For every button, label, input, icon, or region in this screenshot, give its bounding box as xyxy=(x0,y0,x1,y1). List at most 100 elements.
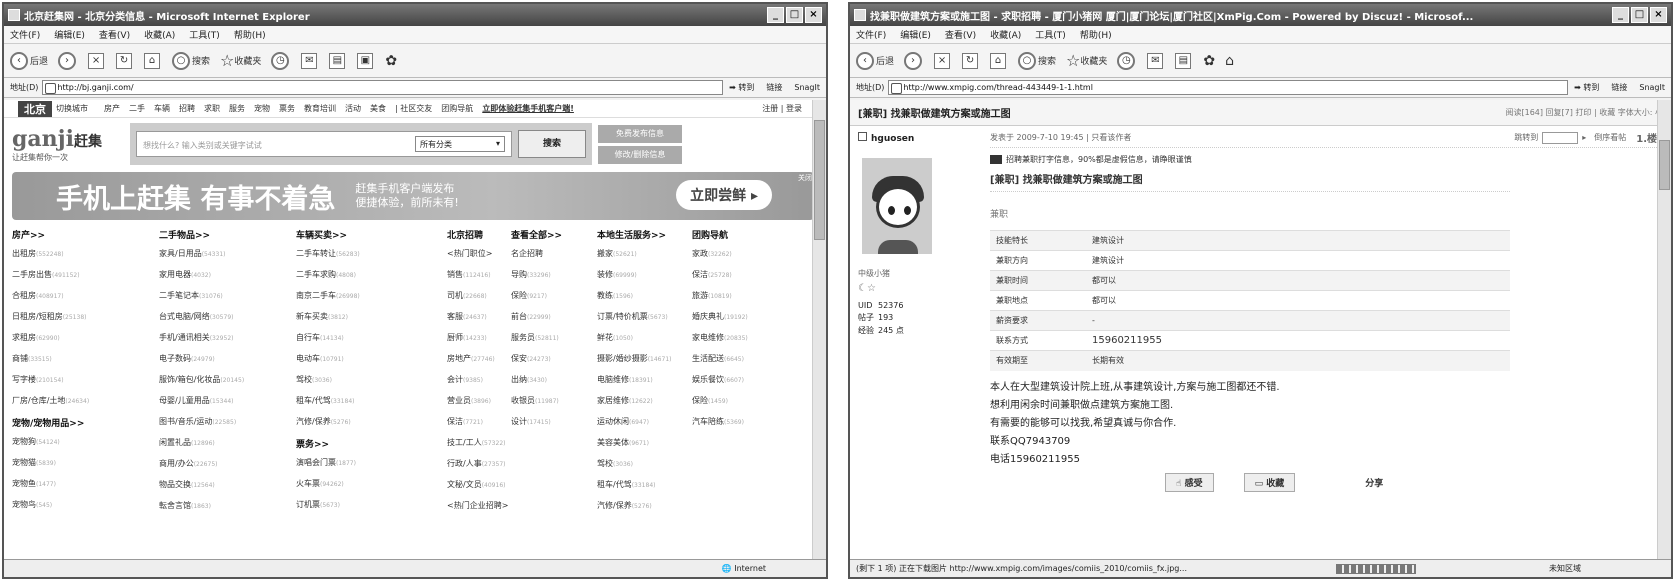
share-button[interactable]: 分享 xyxy=(1365,476,1383,489)
category-link[interactable]: 家用电器(4032) xyxy=(159,269,294,290)
login-links[interactable]: 注册 | 登录 xyxy=(762,103,802,114)
category-heading[interactable]: 北京招聘 xyxy=(447,228,509,248)
category-link[interactable]: 厂房/仓库/土地(24634) xyxy=(12,395,157,416)
thread-stats[interactable]: 阅读[164] 回复[7] 打印 | 收藏 字体大小: 小 xyxy=(1506,107,1664,118)
address-input[interactable]: http://www.xmpig.com/thread-443449-1-1.h… xyxy=(888,80,1569,95)
category-link[interactable]: 出纳(3430) xyxy=(511,374,593,395)
category-link[interactable]: 厨师(14233) xyxy=(447,332,509,353)
category-link[interactable]: 行政/人事(27357) xyxy=(447,458,509,479)
scroll-thumb[interactable] xyxy=(814,120,825,240)
category-link[interactable]: 家政(32262) xyxy=(692,248,802,269)
close-button[interactable]: × xyxy=(805,7,822,23)
category-link[interactable]: 火车票(94262) xyxy=(296,478,444,499)
print-button[interactable]: ▤ xyxy=(1175,52,1193,69)
category-select[interactable]: 所有分类 ▾ xyxy=(415,136,505,152)
menu-favorites[interactable]: 收藏(A) xyxy=(990,28,1021,41)
category-heading[interactable]: 房产>> xyxy=(12,228,157,248)
menu-edit[interactable]: 编辑(E) xyxy=(900,28,931,41)
category-link[interactable]: 日租房/短租房(25138) xyxy=(12,311,157,332)
category-link[interactable]: 租车/代驾(33184) xyxy=(296,395,444,416)
modify-delete-button[interactable]: 修改/删除信息 xyxy=(598,145,682,164)
snagit-button[interactable]: SnagIt xyxy=(794,83,820,92)
nav-link[interactable]: 二手 xyxy=(129,104,145,113)
nav-link[interactable]: | 社区交友 xyxy=(395,104,432,113)
snagit-button[interactable]: SnagIt xyxy=(1639,83,1665,92)
category-link[interactable]: 宠物猫(5839) xyxy=(12,457,157,478)
nav-link[interactable]: 求职 xyxy=(204,104,220,113)
search-input[interactable]: 想找什么? 输入类别或关键字试试 所有分类 ▾ xyxy=(136,131,512,157)
category-heading[interactable]: 票务>> xyxy=(296,437,444,457)
category-link[interactable]: 婚庆典礼(19192) xyxy=(692,311,802,332)
nav-link[interactable]: 票务 xyxy=(279,104,295,113)
category-link[interactable]: 搬家(52621) xyxy=(597,248,692,269)
category-link[interactable]: 客服(24637) xyxy=(447,311,509,332)
scroll-thumb[interactable] xyxy=(1659,140,1670,190)
links-button[interactable]: 链接 xyxy=(766,82,782,93)
stop-button[interactable]: × xyxy=(934,52,952,69)
client-link[interactable]: 立即体验赶集手机客户端! xyxy=(482,103,574,114)
category-heading[interactable]: 车辆买卖>> xyxy=(296,228,444,248)
category-link[interactable]: 合租房(408917) xyxy=(12,290,157,311)
category-link[interactable]: 商用/办公(22675) xyxy=(159,458,294,479)
category-link[interactable]: 设计(17415) xyxy=(511,416,593,437)
avatar[interactable] xyxy=(862,158,932,254)
history-button[interactable]: ◷ xyxy=(1117,51,1137,70)
favorites-button[interactable]: ☆ 收藏夹 xyxy=(220,51,261,70)
nav-link[interactable]: 团购导航 xyxy=(441,104,473,113)
category-link[interactable]: 司机(22668) xyxy=(447,290,509,311)
nav-link[interactable]: 活动 xyxy=(345,104,361,113)
forward-button[interactable]: › xyxy=(58,51,78,70)
category-link[interactable]: 自行车(14134) xyxy=(296,332,444,353)
home2-button[interactable]: ⌂ xyxy=(1225,53,1234,69)
category-link[interactable]: 家居维修(12622) xyxy=(597,395,692,416)
home-button[interactable]: ⌂ xyxy=(144,52,162,69)
category-link[interactable]: 美容美体(9671) xyxy=(597,437,692,458)
menu-tools[interactable]: 工具(T) xyxy=(1035,28,1066,41)
category-link[interactable]: 家具/日用品(54331) xyxy=(159,248,294,269)
reverse-order-link[interactable]: 倒序看帖 xyxy=(1594,132,1626,143)
category-link[interactable]: 收银员(11987) xyxy=(511,395,593,416)
edit-button[interactable]: ▣ xyxy=(357,52,375,69)
category-link[interactable]: 求租房(62990) xyxy=(12,332,157,353)
category-link[interactable]: 服务员(52811) xyxy=(511,332,593,353)
menu-edit[interactable]: 编辑(E) xyxy=(54,28,85,41)
category-link[interactable]: 宠物狗(54124) xyxy=(12,436,157,457)
category-link[interactable]: 二手笔记本(31076) xyxy=(159,290,294,311)
category-link[interactable]: 销售(112416) xyxy=(447,269,509,290)
category-link[interactable]: 保险(1459) xyxy=(692,395,802,416)
menu-view[interactable]: 查看(V) xyxy=(99,28,130,41)
category-link[interactable]: <热门职位> xyxy=(447,248,509,269)
category-link[interactable]: 订机票(5673) xyxy=(296,499,444,520)
menu-help[interactable]: 帮助(H) xyxy=(234,28,266,41)
search-submit-button[interactable]: 搜索 xyxy=(518,130,586,158)
menu-file[interactable]: 文件(F) xyxy=(856,28,886,41)
go-button[interactable]: ➡ 转到 xyxy=(729,82,754,93)
nav-link[interactable]: 宠物 xyxy=(254,104,270,113)
category-link[interactable]: 会计(9385) xyxy=(447,374,509,395)
back-button[interactable]: ‹ 后退 xyxy=(856,51,894,70)
category-link[interactable]: 导购(33296) xyxy=(511,269,593,290)
category-link[interactable]: 新车买卖(3812) xyxy=(296,311,444,332)
category-link[interactable]: 南京二手车(26998) xyxy=(296,290,444,311)
messenger-button[interactable]: ✿ xyxy=(1203,53,1215,69)
category-link[interactable]: 転舍言馆(1863) xyxy=(159,500,294,521)
category-link[interactable]: 生活配送(6645) xyxy=(692,353,802,374)
menu-view[interactable]: 查看(V) xyxy=(945,28,976,41)
forward-button[interactable]: › xyxy=(904,51,924,70)
category-link[interactable]: 图书/音乐/运动(22585) xyxy=(159,416,294,437)
category-link[interactable]: 汽修/保养(5276) xyxy=(296,416,444,437)
maximize-button[interactable]: □ xyxy=(1631,7,1648,23)
category-link[interactable]: 汽修/保养(5276) xyxy=(597,500,692,521)
category-link[interactable]: 技工/工人(57322) xyxy=(447,437,509,458)
nav-link[interactable]: 车辆 xyxy=(154,104,170,113)
jump-input[interactable] xyxy=(1542,131,1579,144)
category-link[interactable]: 娱乐餐饮(6607) xyxy=(692,374,802,395)
favorite-button[interactable]: ▭ 收藏 xyxy=(1243,472,1296,492)
category-link[interactable]: 二手车转让(56283) xyxy=(296,248,444,269)
category-heading[interactable]: 团购导航 xyxy=(692,228,802,248)
category-link[interactable]: 电子数码(24979) xyxy=(159,353,294,374)
category-link[interactable]: 宠物鱼(1477) xyxy=(12,478,157,499)
category-heading[interactable]: 宠物/宠物用品>> xyxy=(12,416,157,436)
banner-close-button[interactable]: 关闭 xyxy=(798,173,812,183)
category-link[interactable]: 演唱会门票(1877) xyxy=(296,457,444,478)
